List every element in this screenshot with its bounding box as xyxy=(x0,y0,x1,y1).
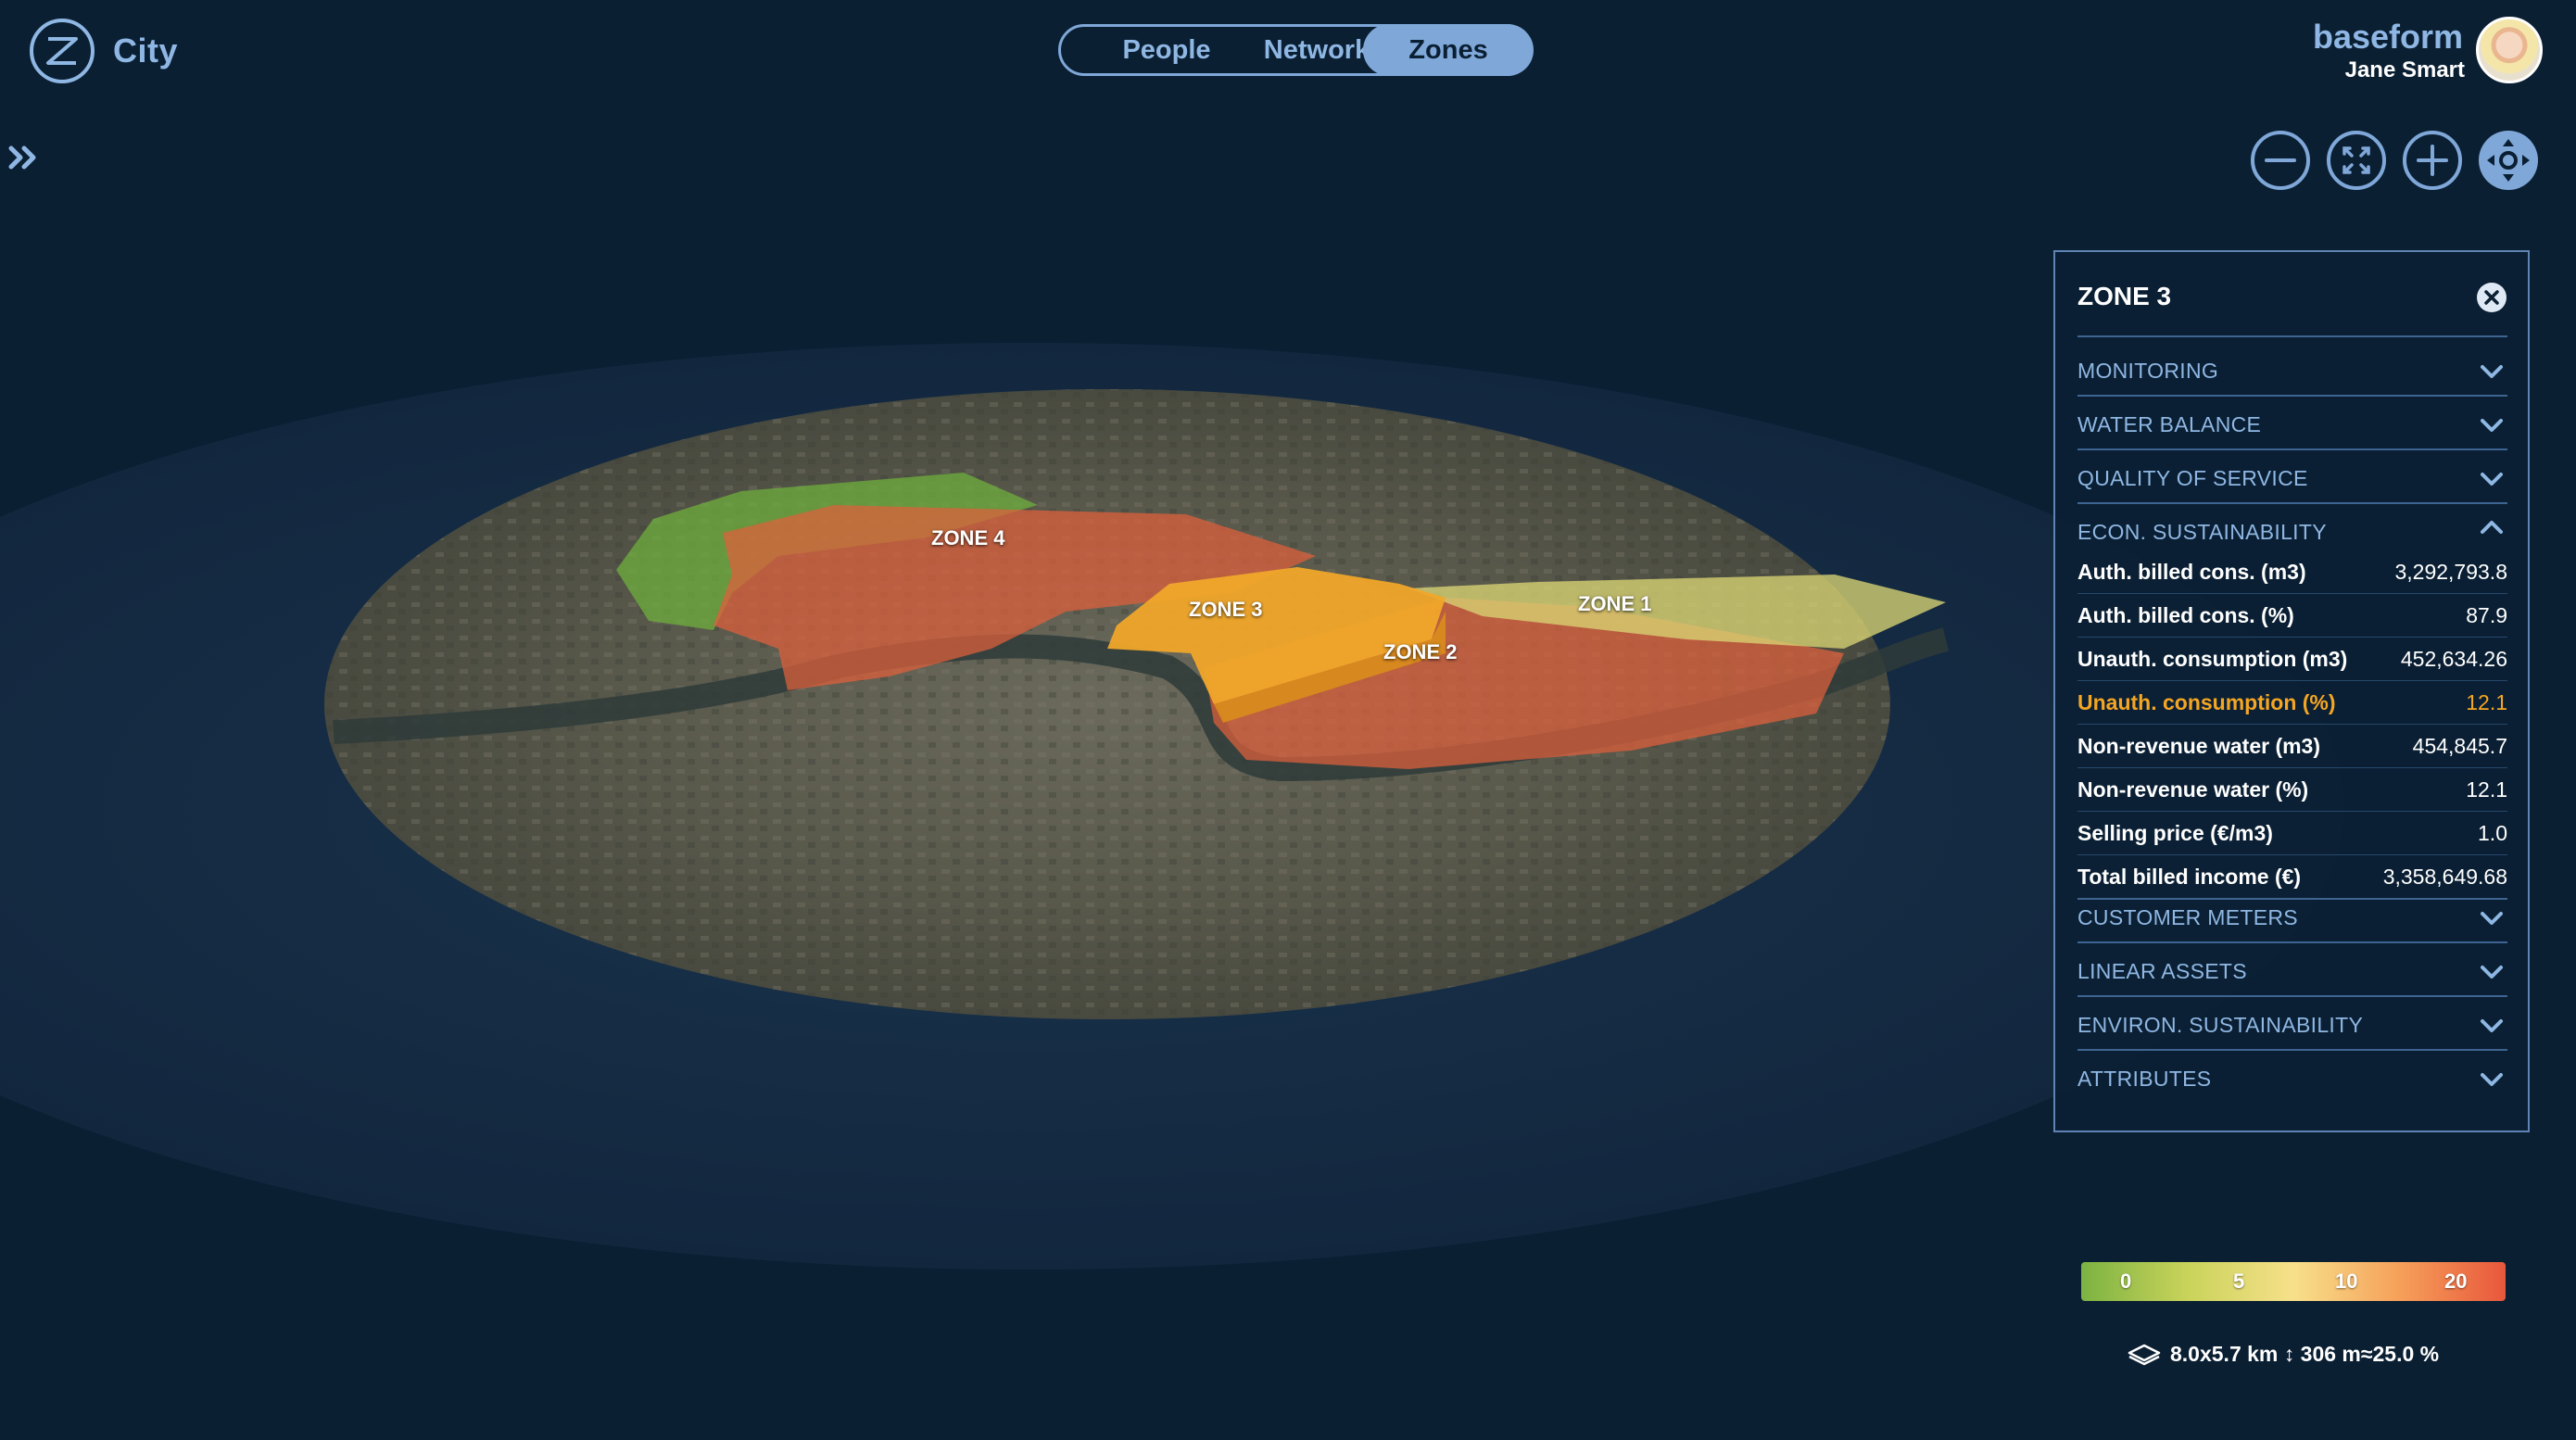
section-water-balance[interactable]: WATER BALANCE xyxy=(2077,398,2507,450)
section-quality-of-service[interactable]: QUALITY OF SERVICE xyxy=(2077,452,2507,504)
expand-sidebar-icon[interactable] xyxy=(7,139,44,176)
metric-row: Non-revenue water (m3) 454,845.7 xyxy=(2077,725,2507,768)
plus-icon xyxy=(2403,131,2462,190)
zoom-out-button[interactable] xyxy=(2250,130,2311,191)
city-logo-icon xyxy=(30,19,95,83)
brand-logo: baseform xyxy=(2313,18,2461,56)
chevron-down-icon xyxy=(2481,365,2503,378)
move-icon xyxy=(2479,131,2538,190)
zoom-in-button[interactable] xyxy=(2402,130,2463,191)
metric-row: Unauth. consumption (m3) 452,634.26 xyxy=(2077,638,2507,681)
color-legend: 0 5 10 20 xyxy=(2081,1262,2506,1301)
zone-label-1[interactable]: ZONE 1 xyxy=(1578,592,1651,616)
section-customer-meters[interactable]: CUSTOMER METERS xyxy=(2077,891,2507,943)
section-attributes[interactable]: ATTRIBUTES xyxy=(2077,1053,2507,1105)
metric-label: Unauth. consumption (%) xyxy=(2077,690,2336,714)
metric-value: 3,292,793.8 xyxy=(2394,560,2507,584)
chevron-down-icon xyxy=(2481,473,2503,486)
legend-tick: 20 xyxy=(2444,1269,2468,1293)
zone-info-panel: ZONE 3 MONITORING WATER BALANCE QUALITY … xyxy=(2053,250,2530,1132)
view-tabs: People Network Zones xyxy=(1058,24,1534,76)
metric-value: 12.1 xyxy=(2466,777,2507,802)
legend-tick: 0 xyxy=(2120,1269,2132,1293)
chevron-down-icon xyxy=(2481,1019,2503,1032)
tab-zones[interactable]: Zones xyxy=(1363,24,1534,76)
zone-label-3[interactable]: ZONE 3 xyxy=(1189,598,1262,622)
map-scale-readout: 8.0x5.7 km ↕ 306 m≈25.0 % xyxy=(2126,1342,2439,1367)
brand-name: baseform xyxy=(2313,18,2461,56)
avatar[interactable] xyxy=(2476,17,2543,83)
chevron-down-icon xyxy=(2481,1073,2503,1086)
scale-text: 8.0x5.7 km ↕ 306 m≈25.0 % xyxy=(2170,1342,2440,1366)
metric-label: Non-revenue water (%) xyxy=(2077,777,2309,802)
app-logo[interactable]: City xyxy=(28,17,178,85)
chevron-up-icon xyxy=(2481,521,2503,534)
metric-label: Unauth. consumption (m3) xyxy=(2077,647,2348,671)
zone-label-4[interactable]: ZONE 4 xyxy=(931,526,1004,550)
metric-value: 452,634.26 xyxy=(2400,647,2507,671)
legend-tick: 5 xyxy=(2233,1269,2245,1293)
fit-to-screen-button[interactable] xyxy=(2326,130,2387,191)
section-environ-sustainability[interactable]: ENVIRON. SUSTAINABILITY xyxy=(2077,999,2507,1051)
section-label: LINEAR ASSETS xyxy=(2077,959,2247,983)
pan-button[interactable] xyxy=(2478,130,2539,191)
metric-label: Non-revenue water (m3) xyxy=(2077,734,2321,758)
section-label: MONITORING xyxy=(2077,359,2219,383)
metric-value: 12.1 xyxy=(2466,690,2507,714)
chevron-down-icon xyxy=(2481,419,2503,432)
panel-header: ZONE 3 xyxy=(2077,278,2507,337)
tab-people[interactable]: People xyxy=(1083,27,1250,73)
user-name[interactable]: Jane Smart xyxy=(2345,57,2465,83)
metric-row: Non-revenue water (%) 12.1 xyxy=(2077,768,2507,812)
section-label: CUSTOMER METERS xyxy=(2077,905,2298,929)
metric-value: 1.0 xyxy=(2478,821,2507,845)
metric-row-highlighted[interactable]: Unauth. consumption (%) 12.1 xyxy=(2077,681,2507,725)
chevron-down-icon xyxy=(2481,912,2503,925)
econ-metrics-list: Auth. billed cons. (m3) 3,292,793.8 Auth.… xyxy=(2077,550,2507,900)
section-monitoring[interactable]: MONITORING xyxy=(2077,345,2507,397)
legend-tick: 10 xyxy=(2335,1269,2358,1293)
minus-icon xyxy=(2251,131,2310,190)
section-label: WATER BALANCE xyxy=(2077,412,2262,436)
section-label: ATTRIBUTES xyxy=(2077,1067,2212,1091)
metric-label: Selling price (€/m3) xyxy=(2077,821,2273,845)
chevron-down-icon xyxy=(2481,966,2503,979)
app-title: City xyxy=(113,32,179,69)
metric-label: Auth. billed cons. (%) xyxy=(2077,603,2294,627)
section-econ-sustainability[interactable]: ECON. SUSTAINABILITY xyxy=(2077,506,2507,550)
fullscreen-icon xyxy=(2327,131,2386,190)
section-label: ENVIRON. SUSTAINABILITY xyxy=(2077,1013,2364,1037)
metric-row: Auth. billed cons. (%) 87.9 xyxy=(2077,594,2507,638)
panel-title: ZONE 3 xyxy=(2077,282,2172,310)
metric-value: 87.9 xyxy=(2466,603,2507,627)
metric-label: Auth. billed cons. (m3) xyxy=(2077,560,2306,584)
layers-icon xyxy=(2128,1344,2161,1365)
metric-row: Auth. billed cons. (m3) 3,292,793.8 xyxy=(2077,550,2507,594)
close-icon[interactable] xyxy=(2476,282,2507,313)
metric-row: Selling price (€/m3) 1.0 xyxy=(2077,812,2507,855)
section-linear-assets[interactable]: LINEAR ASSETS xyxy=(2077,945,2507,997)
metric-value: 454,845.7 xyxy=(2412,734,2507,758)
section-label: QUALITY OF SERVICE xyxy=(2077,466,2308,490)
zone-label-2[interactable]: ZONE 2 xyxy=(1383,640,1457,664)
